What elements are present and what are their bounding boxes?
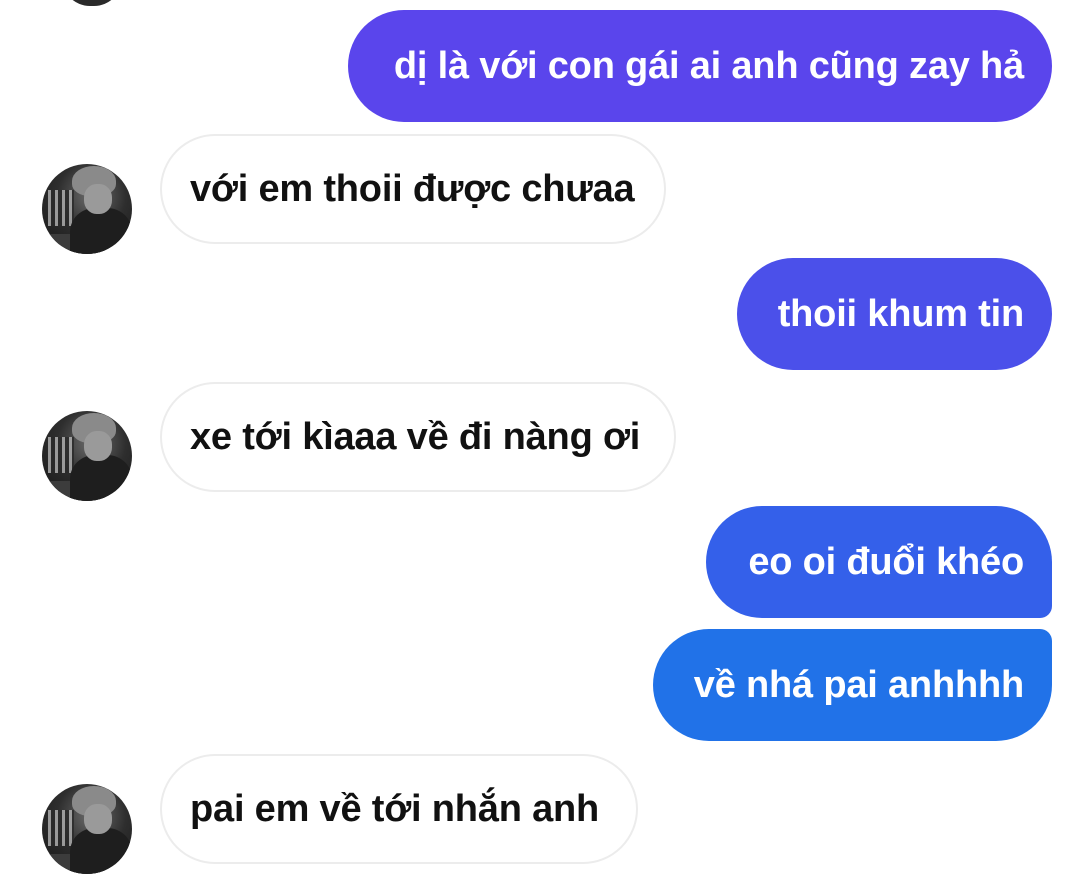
incoming-message-bubble[interactable]: pai em về tới nhắn anh	[160, 754, 638, 864]
incoming-message-bubble[interactable]: với em thoii được chưaa	[160, 134, 666, 244]
outgoing-message-bubble[interactable]: eo oi đuổi khéo	[706, 506, 1052, 618]
message-text: dị là với con gái ai anh cũng zay hả	[393, 45, 1024, 87]
outgoing-message-bubble[interactable]: dị là với con gái ai anh cũng zay hả	[348, 10, 1052, 122]
outgoing-message-bubble[interactable]: thoii khum tin	[737, 258, 1052, 370]
message-text: pai em về tới nhắn anh	[190, 788, 600, 830]
contact-avatar[interactable]	[42, 784, 132, 874]
contact-avatar[interactable]	[42, 411, 132, 501]
incoming-message-bubble[interactable]: xe tới kìaaa về đi nàng ơi	[160, 382, 676, 492]
outgoing-message-bubble[interactable]: về nhá pai anhhhh	[653, 629, 1052, 741]
contact-avatar-partial[interactable]	[62, 0, 122, 6]
message-text: thoii khum tin	[777, 293, 1024, 335]
message-text: xe tới kìaaa về đi nàng ơi	[190, 416, 641, 458]
chat-thread[interactable]: dị là với con gái ai anh cũng zay hả với…	[0, 0, 1080, 882]
message-text: eo oi đuổi khéo	[748, 541, 1024, 583]
contact-avatar[interactable]	[42, 164, 132, 254]
message-text: với em thoii được chưaa	[190, 168, 635, 210]
message-text: về nhá pai anhhhh	[693, 664, 1024, 706]
